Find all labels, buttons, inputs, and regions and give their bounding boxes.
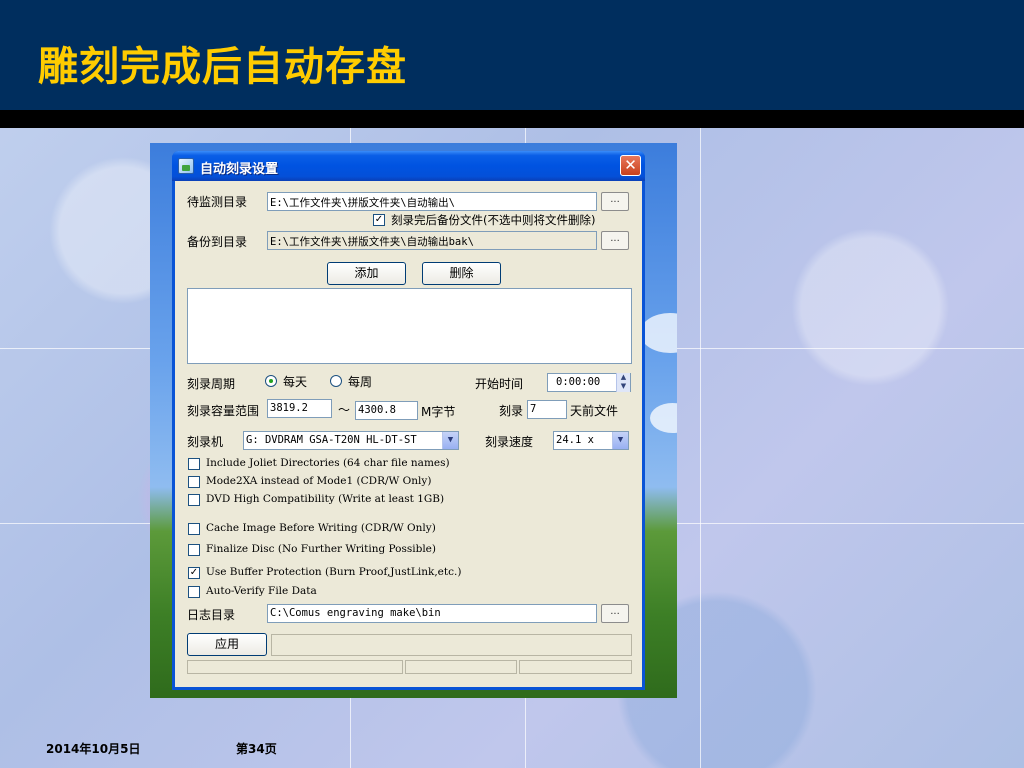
speed-select-value: 24.1 x: [556, 434, 594, 446]
app-icon: [178, 158, 194, 174]
watch-dir-label: 待监测目录: [187, 195, 248, 209]
backup-dir-label: 备份到目录: [187, 235, 248, 249]
option-checkbox-dvd-compat[interactable]: [188, 494, 200, 506]
status-bar-cell: [405, 660, 517, 674]
screenshot-image: 自动刻录设置 ✕ 待监测目录 E:\工作文件夹\拼版文件夹\自动输出\ ... …: [150, 143, 677, 698]
option-label-mode2xa: Mode2XA instead of Mode1 (CDR/W Only): [206, 475, 432, 487]
option-checkbox-finalize[interactable]: [188, 544, 200, 556]
burner-label: 刻录机: [187, 435, 224, 449]
apply-button[interactable]: 应用: [187, 633, 267, 656]
cycle-weekly-radio[interactable]: [330, 375, 342, 387]
backup-dir-browse-button[interactable]: ...: [601, 231, 629, 250]
watch-dir-field[interactable]: E:\工作文件夹\拼版文件夹\自动输出\: [267, 192, 597, 211]
status-area: [271, 634, 632, 656]
log-dir-field[interactable]: C:\Comus engraving make\bin: [267, 604, 597, 623]
option-label-dvd-compat: DVD High Compatibility (Write at least 1…: [206, 493, 445, 505]
status-bar-cell: [187, 660, 403, 674]
footer-page-number: 第34页: [236, 742, 277, 756]
watch-dir-browse-button[interactable]: ...: [601, 192, 629, 211]
option-checkbox-mode2xa[interactable]: [188, 476, 200, 488]
option-label-buffer-protection: Use Buffer Protection (Burn Proof,JustLi…: [206, 566, 462, 578]
window-titlebar[interactable]: 自动刻录设置 ✕: [172, 151, 645, 181]
chevron-down-icon[interactable]: ▼: [442, 432, 458, 449]
auto-burn-settings-window: 自动刻录设置 ✕ 待监测目录 E:\工作文件夹\拼版文件夹\自动输出\ ... …: [172, 151, 645, 690]
option-label-auto-verify: Auto-Verify File Data: [206, 585, 317, 597]
background-grid-line: [700, 128, 701, 768]
burn-days-field[interactable]: 7: [527, 400, 567, 419]
option-label-cache-image: Cache Image Before Writing (CDR/W Only): [206, 522, 436, 534]
capacity-min-field[interactable]: 3819.2: [267, 399, 332, 418]
delete-button[interactable]: 删除: [422, 262, 501, 285]
option-label-finalize: Finalize Disc (No Further Writing Possib…: [206, 543, 436, 555]
log-dir-label: 日志目录: [187, 608, 236, 622]
slide-title: 雕刻完成后自动存盘: [38, 44, 407, 90]
option-checkbox-cache-image[interactable]: [188, 523, 200, 535]
cloud-shape: [650, 403, 677, 433]
speed-select[interactable]: 24.1 x ▼: [553, 431, 629, 450]
start-time-value: 0:00:00: [556, 376, 601, 388]
spin-up-icon[interactable]: ▲: [617, 373, 630, 382]
capacity-separator: ～: [338, 403, 351, 417]
option-checkbox-buffer-protection[interactable]: ✓: [188, 567, 200, 579]
cloud-shape: [640, 313, 677, 353]
cycle-weekly-label: 每周: [348, 375, 373, 389]
slide-header: 雕刻完成后自动存盘: [0, 0, 1024, 110]
option-checkbox-auto-verify[interactable]: [188, 586, 200, 598]
directory-list[interactable]: [187, 288, 632, 364]
backup-dir-field[interactable]: E:\工作文件夹\拼版文件夹\自动输出bak\: [267, 231, 597, 250]
cycle-label: 刻录周期: [187, 377, 236, 391]
cycle-daily-label: 每天: [283, 375, 308, 389]
log-dir-browse-button[interactable]: ...: [601, 604, 629, 623]
burn-days-suffix: 天前文件: [570, 404, 619, 418]
status-bar-cell: [519, 660, 632, 674]
burner-select-value: G: DVDRAM GSA-T20N HL-DT-ST: [246, 434, 417, 446]
chevron-down-icon[interactable]: ▼: [612, 432, 628, 449]
option-checkbox-joliet[interactable]: [188, 458, 200, 470]
close-button[interactable]: ✕: [620, 155, 641, 176]
burn-days-label: 刻录: [499, 404, 524, 418]
backup-checkbox-label: 刻录完后备份文件(不选中则将文件删除): [391, 213, 596, 227]
spin-down-icon[interactable]: ▼: [617, 382, 630, 391]
start-time-label: 开始时间: [475, 377, 524, 391]
capacity-max-field[interactable]: 4300.8: [355, 401, 418, 420]
start-time-spinner[interactable]: ▲ ▼: [616, 373, 630, 392]
header-divider-bar: [0, 110, 1024, 128]
burner-select[interactable]: G: DVDRAM GSA-T20N HL-DT-ST ▼: [243, 431, 459, 450]
window-title: 自动刻录设置: [200, 162, 279, 177]
speed-label: 刻录速度: [485, 435, 534, 449]
backup-checkbox[interactable]: ✓: [373, 214, 385, 226]
option-label-joliet: Include Joliet Directories (64 char file…: [206, 457, 450, 469]
cycle-daily-radio[interactable]: [265, 375, 277, 387]
add-button[interactable]: 添加: [327, 262, 406, 285]
footer-date: 2014年10月5日: [46, 742, 141, 756]
capacity-unit-label: M字节: [421, 405, 456, 419]
capacity-label: 刻录容量范围: [187, 404, 260, 418]
